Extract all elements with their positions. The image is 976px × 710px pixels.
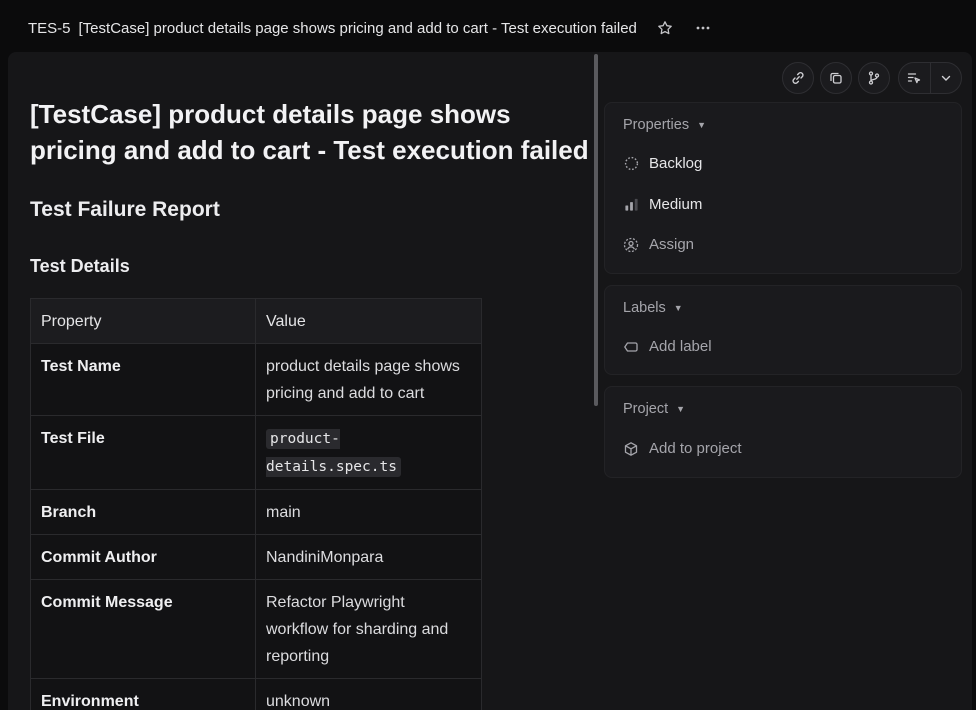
row-value: main xyxy=(255,489,482,535)
table-row: Environment unknown xyxy=(30,678,482,710)
project-label: Project xyxy=(623,401,669,417)
row-key: Test Name xyxy=(30,343,256,416)
labels-label: Labels xyxy=(623,300,666,316)
copy-icon[interactable] xyxy=(820,62,852,94)
row-value: product-details.spec.ts xyxy=(255,415,482,490)
caret-down-icon: ▼ xyxy=(697,120,707,130)
details-heading: Test Details xyxy=(30,256,130,276)
priority-property[interactable]: Medium xyxy=(623,196,702,213)
row-value: NandiniMonpara xyxy=(255,534,482,580)
caret-down-icon: ▼ xyxy=(676,404,686,414)
assignee-property[interactable]: Assign xyxy=(623,236,694,253)
chevron-down-icon[interactable] xyxy=(930,63,961,93)
issue-panel: [TestCase] product details page shows pr… xyxy=(8,52,972,710)
label-tag-icon xyxy=(623,339,639,355)
issue-description[interactable]: [TestCase] product details page shows pr… xyxy=(8,52,594,710)
add-to-project-text: Add to project xyxy=(649,440,742,457)
add-label-text: Add label xyxy=(649,338,712,355)
row-value: product details page shows pricing and a… xyxy=(255,343,482,416)
status-property[interactable]: Backlog xyxy=(623,155,702,172)
issue-id[interactable]: TES-5 xyxy=(28,20,71,37)
labels-header[interactable]: Labels ▼ xyxy=(623,300,683,316)
table-row: Commit Message Refactor Playwright workf… xyxy=(30,579,482,679)
cube-icon xyxy=(623,441,639,457)
add-label-button[interactable]: Add label xyxy=(623,338,712,355)
row-key: Commit Author xyxy=(30,534,256,580)
issue-header-title: [TestCase] product details page shows pr… xyxy=(78,19,637,37)
scrollbar[interactable] xyxy=(594,54,598,406)
more-horizontal-icon[interactable] xyxy=(691,16,715,40)
properties-label: Properties xyxy=(623,117,690,133)
caret-down-icon: ▼ xyxy=(673,303,683,313)
table-row: Commit Author NandiniMonpara xyxy=(30,534,482,580)
test-details-table: Property Value Test Name product details… xyxy=(30,298,482,710)
row-key: Commit Message xyxy=(30,579,256,679)
table-row: Branch main xyxy=(30,489,482,535)
status-value: Backlog xyxy=(649,155,703,172)
subscribe-icon[interactable] xyxy=(899,63,930,93)
row-value: Refactor Playwright workflow for shardin… xyxy=(255,579,482,679)
file-code: product-details.spec.ts xyxy=(266,429,401,477)
assignee-icon xyxy=(623,237,639,253)
row-key: Branch xyxy=(30,489,256,535)
git-branch-icon[interactable] xyxy=(858,62,890,94)
priority-value: Medium xyxy=(649,196,703,213)
issue-actions xyxy=(782,62,962,94)
backlog-status-icon xyxy=(623,156,639,172)
assignee-value: Assign xyxy=(649,236,695,253)
star-icon[interactable] xyxy=(653,16,677,40)
subscribe-split-button[interactable] xyxy=(898,62,962,94)
link-icon[interactable] xyxy=(782,62,814,94)
row-key: Test File xyxy=(30,415,256,490)
details-sidebar: Properties ▼ Backlog Medium Assign Label… xyxy=(604,52,972,710)
add-to-project-button[interactable]: Add to project xyxy=(623,440,742,457)
project-card: Project ▼ Add to project xyxy=(604,386,962,478)
properties-header[interactable]: Properties ▼ xyxy=(623,117,706,133)
column-header: Value xyxy=(255,298,482,344)
table-row: Test File product-details.spec.ts xyxy=(30,415,482,490)
labels-card: Labels ▼ Add label xyxy=(604,285,962,375)
column-header: Property xyxy=(30,298,256,344)
properties-card: Properties ▼ Backlog Medium Assign xyxy=(604,102,962,274)
table-row: Test Name product details page shows pri… xyxy=(30,343,482,416)
report-heading: Test Failure Report xyxy=(30,198,220,221)
issue-title[interactable]: [TestCase] product details page shows pr… xyxy=(30,96,590,168)
row-value: unknown xyxy=(255,678,482,710)
row-key: Environment xyxy=(30,678,256,710)
project-header[interactable]: Project ▼ xyxy=(623,401,685,417)
issue-header: TES-5 [TestCase] product details page sh… xyxy=(0,0,976,56)
priority-medium-icon xyxy=(623,197,639,213)
table-header-row: Property Value xyxy=(30,298,482,344)
